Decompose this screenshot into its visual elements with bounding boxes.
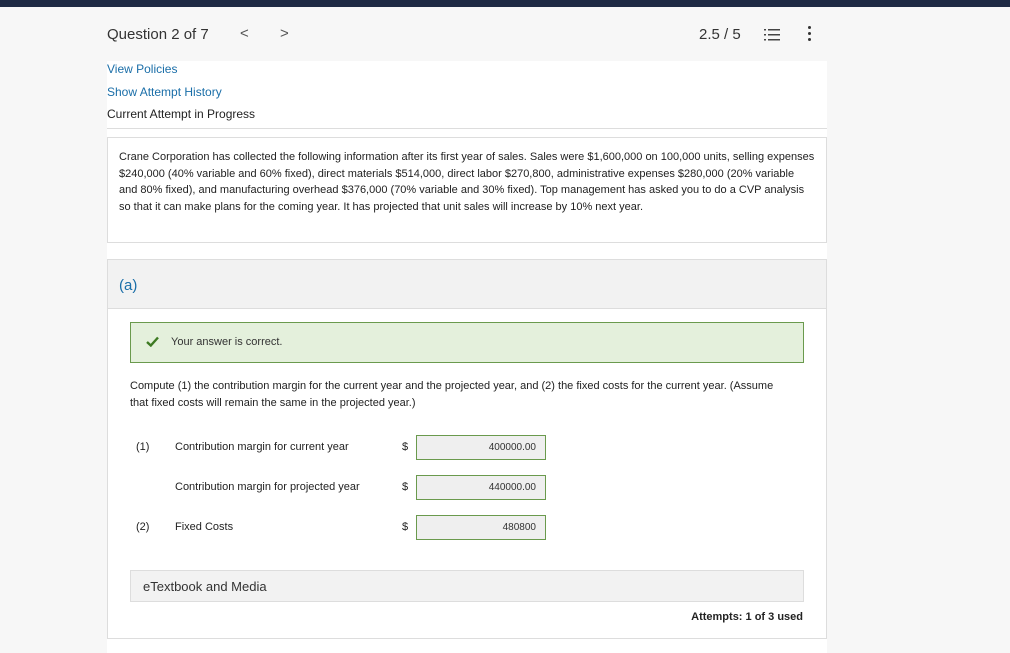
projected-cm-input[interactable] [416,475,546,500]
row-label-current-cm: Contribution margin for current year [175,441,349,453]
row-label-projected-cm: Contribution margin for projected year [175,481,360,493]
list-icon[interactable] [764,28,780,42]
top-bar [0,0,1010,7]
question-title: Question 2 of 7 [107,26,209,43]
problem-statement: Crane Corporation has collected the foll… [107,137,827,243]
next-question-button[interactable]: > [280,25,289,42]
part-label: (a) [119,277,138,294]
show-attempt-history-link[interactable]: Show Attempt History [107,85,222,99]
divider [107,128,827,129]
part-header: (a) [108,260,826,309]
view-policies-link[interactable]: View Policies [107,62,177,76]
correct-feedback-banner: Your answer is correct. [130,322,804,363]
attempt-status: Current Attempt in Progress [107,107,256,121]
currency-symbol: $ [402,481,409,493]
part-a-panel: (a) Your answer is correct. Compute (1) … [107,259,827,639]
feedback-text: Your answer is correct. [171,336,283,348]
previous-question-button[interactable]: < [240,25,249,42]
current-cm-input[interactable] [416,435,546,460]
question-header: Question 2 of 7 < > 2.5 / 5 [0,7,1010,61]
checkmark-icon [146,336,159,347]
part-instructions: Compute (1) the contribution margin for … [130,380,774,409]
attempts-counter: Attempts: 1 of 3 used [691,611,803,623]
fixed-costs-input[interactable] [416,515,546,540]
currency-symbol: $ [402,521,409,533]
row-number: (2) [136,521,150,533]
score-display: 2.5 / 5 [699,26,741,43]
row-number: (1) [136,441,150,453]
currency-symbol: $ [402,441,409,453]
more-vertical-icon[interactable] [806,26,812,44]
row-label-fixed-costs: Fixed Costs [175,521,234,533]
question-content: View Policies Show Attempt History Curre… [107,61,827,653]
etextbook-media-button[interactable]: eTextbook and Media [130,570,804,602]
